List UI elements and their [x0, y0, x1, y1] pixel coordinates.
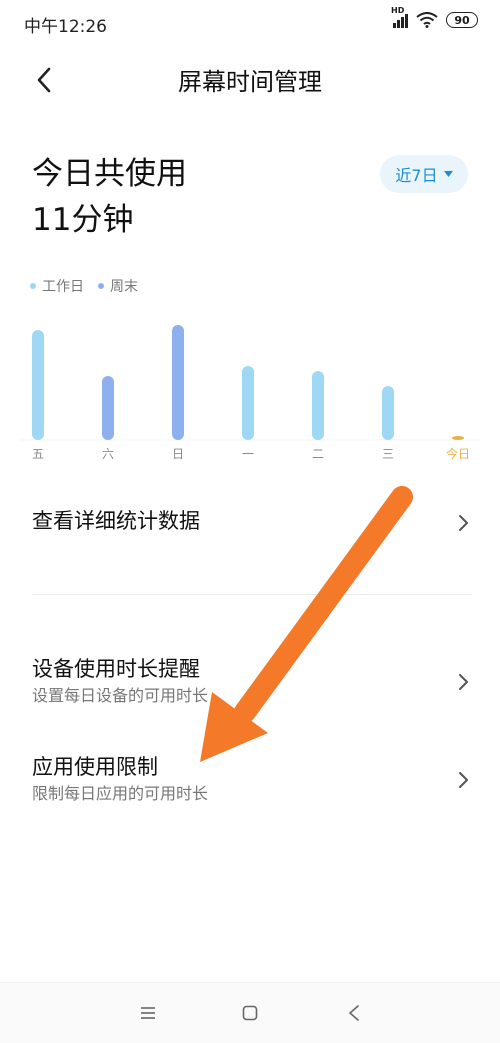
- nav-menu-button[interactable]: [132, 997, 164, 1029]
- home-square-icon: [242, 1005, 258, 1021]
- chart-tick-label-2: 日: [172, 447, 184, 461]
- usage-bar-chart: 五 六 日 一 二 三 今日: [20, 325, 480, 461]
- page-title: 屏幕时间管理: [178, 68, 322, 96]
- menu-icon: [141, 1007, 155, 1019]
- chevron-right-icon: [459, 674, 468, 690]
- legend-label-weekend: 周末: [110, 279, 138, 295]
- chart-bar-6: [452, 436, 464, 440]
- caret-down-icon: [443, 171, 453, 177]
- range-select-button[interactable]: 近7日: [380, 155, 468, 193]
- app-limit-subtitle: 限制每日应用的可用时长: [32, 784, 209, 803]
- app-limit-title: 应用使用限制: [32, 755, 158, 779]
- range-select-label: 近7日: [395, 166, 438, 185]
- section-divider: [32, 594, 472, 595]
- device-reminder-row[interactable]: 设备使用时长提醒 设置每日设备的可用时长: [32, 654, 472, 710]
- status-bar: 中午12:26 HD 90: [0, 0, 500, 44]
- device-reminder-subtitle: 设置每日设备的可用时长: [32, 686, 209, 705]
- nav-home-button[interactable]: [234, 997, 266, 1029]
- nav-back-button[interactable]: [338, 997, 370, 1029]
- legend-label-workday: 工作日: [42, 279, 84, 295]
- chart-tick-label-3: 一: [242, 447, 254, 461]
- chevron-right-icon: [459, 772, 468, 788]
- chart-legend: 工作日 周末: [30, 276, 138, 296]
- chart-bar-2: [172, 325, 184, 440]
- summary-value: 11分钟: [32, 202, 134, 238]
- wifi-icon: [416, 12, 438, 28]
- detail-stats-row[interactable]: 查看详细统计数据: [32, 506, 472, 540]
- summary-title: 今日共使用: [32, 156, 187, 192]
- chart-tick-label-1: 六: [102, 447, 114, 461]
- chart-tick-label-6: 今日: [446, 446, 470, 461]
- status-time: 中午12:26: [24, 17, 107, 37]
- detail-stats-title: 查看详细统计数据: [32, 509, 200, 533]
- system-nav-bar: [0, 982, 500, 1043]
- legend-dot-workday: [30, 283, 36, 289]
- device-reminder-title: 设备使用时长提醒: [32, 657, 200, 681]
- status-icons: HD 90: [391, 6, 478, 28]
- signal-icon: HD: [391, 6, 408, 28]
- chart-bar-4: [312, 371, 324, 440]
- chevron-right-icon: [459, 515, 468, 531]
- back-triangle-icon: [349, 1005, 359, 1021]
- legend-item-workday: 工作日: [30, 276, 84, 296]
- chart-bar-3: [242, 366, 254, 440]
- network-type-label: HD: [391, 6, 405, 15]
- chart-bar-5: [382, 386, 394, 440]
- battery-indicator: 90: [446, 12, 478, 28]
- chart-tick-label-0: 五: [32, 447, 44, 461]
- legend-item-weekend: 周末: [98, 276, 138, 296]
- chart-tick-label-4: 二: [312, 447, 324, 461]
- legend-dot-weekend: [98, 283, 104, 289]
- app-limit-row[interactable]: 应用使用限制 限制每日应用的可用时长: [32, 752, 472, 808]
- header: 屏幕时间管理: [0, 50, 500, 110]
- chart-bar-0: [32, 330, 44, 440]
- chart-bar-1: [102, 376, 114, 440]
- battery-level: 90: [454, 13, 470, 27]
- chart-tick-label-5: 三: [382, 447, 394, 461]
